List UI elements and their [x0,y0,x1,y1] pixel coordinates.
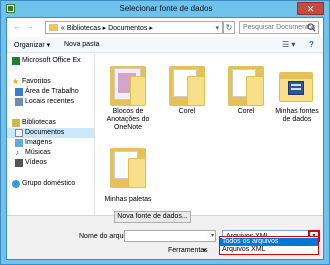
help-icon[interactable]: ? [309,40,314,49]
file-item-palettes[interactable]: Minhas paletas [100,144,156,206]
filetype-option[interactable]: Arquivos XML [220,246,318,254]
file-item-label: Minhas fontes de dados [275,108,319,123]
videos-icon [15,159,23,167]
dialog-window: Selecionar fonte de dados ✕ ← → « Biblio… [0,0,330,265]
sidebar-item-label: Grupo doméstico [22,180,76,187]
file-item-corel[interactable]: Corel [159,62,215,132]
window-title: Selecionar fonte de dados [119,4,213,13]
refresh-button[interactable]: ↻ [223,21,235,34]
folder-icon [228,66,264,106]
data-sources-folder-icon [279,72,313,102]
chevron-down-icon[interactable]: ▾ [215,24,219,32]
chevron-down-icon[interactable]: ▾ [203,247,206,254]
filetype-dropdown-list: Todos os arquivos Arquivos XML [219,236,319,255]
toolbar: Organizar ▾ Nova pasta ☰ ▾ ? [7,37,323,53]
sidebar-item-label: Favoritos [22,78,51,85]
new-folder-button[interactable]: Nova pasta [64,41,99,48]
file-item-label: Minhas paletas [104,196,152,203]
chevron-down-icon[interactable]: ▾ [211,232,214,239]
filetype-option[interactable]: Todos os arquivos [220,238,318,246]
star-icon: ★ [12,77,20,86]
filename-field[interactable]: ▾ [124,230,216,242]
sidebar-item-label: Músicas [25,149,51,156]
sidebar-item-label: Documentos [25,129,65,136]
homegroup-icon [12,180,20,188]
recent-places-icon [15,98,23,106]
folder-icon [49,24,58,31]
sidebar-item-label: Vídeos [25,159,47,166]
address-row: ← → « Bibliotecas ▸ Documentos ▸ ▾ ↻ Pes… [7,18,323,37]
sidebar-item-documents[interactable]: Documentos [7,128,94,138]
new-data-source-button[interactable]: Nova fonte de dados... [114,211,191,223]
search-icon[interactable] [307,23,316,32]
sidebar-item-microsoft-office[interactable]: Microsoft Office Ex [7,56,94,66]
file-item-label: Corel [237,108,255,115]
sidebar-item-pictures[interactable]: Imagens [7,138,94,148]
onenote-folder-icon [110,66,146,106]
sidebar-item-label: Microsoft Office Ex [22,57,81,64]
sidebar-item-music[interactable]: ♪ Músicas [7,148,94,158]
forward-button[interactable]: → [25,22,35,32]
folder-icon [110,148,146,188]
close-button[interactable]: ✕ [297,2,324,15]
file-item-label: Corel [178,108,196,115]
sidebar-item-desktop[interactable]: Área de Trabalho [7,87,94,97]
desktop-icon [15,88,23,96]
navigation-pane: Microsoft Office Ex ★ Favoritos Área de … [7,54,95,214]
pictures-icon [15,139,23,147]
view-options-icon[interactable]: ☰ ▾ [282,40,295,49]
address-path: « Bibliotecas ▸ Documentos ▸ [61,25,153,32]
search-placeholder: Pesquisar Documentos [243,24,316,31]
back-button[interactable]: ← [12,22,22,32]
sidebar-item-libraries[interactable]: Bibliotecas [7,118,94,128]
music-icon: ♪ [15,148,19,157]
folder-icon [169,66,205,106]
libraries-icon [12,119,20,127]
sidebar-item-homegroup[interactable]: Grupo doméstico [7,179,94,189]
sidebar-item-label: Imagens [25,139,52,146]
sidebar-item-label: Bibliotecas [22,119,56,126]
file-item-label: Blocos de Anotações do OneNote [106,108,150,131]
file-list: Blocos de Anotações do OneNote Corel Cor [96,54,323,214]
tools-button[interactable]: Ferramentas [168,247,208,254]
sidebar-item-label: Área de Trabalho [25,88,79,95]
sidebar-item-favorites[interactable]: ★ Favoritos [7,77,94,87]
sidebar-item-recent[interactable]: Locais recentes [7,97,94,107]
excel-icon [12,57,20,65]
dialog-client: ← → « Bibliotecas ▸ Documentos ▸ ▾ ↻ Pes… [6,17,324,260]
file-item-corel[interactable]: Corel [218,62,274,132]
organize-button[interactable]: Organizar ▾ [14,41,50,49]
documents-icon [15,129,23,137]
sidebar-item-label: Locais recentes [25,98,75,105]
address-bar[interactable]: « Bibliotecas ▸ Documentos ▸ ▾ [45,21,223,34]
file-item-data-sources[interactable]: Minhas fontes de dados [272,62,322,132]
title-bar: Selecionar fonte de dados ✕ [1,1,329,17]
sidebar-item-videos[interactable]: Vídeos [7,158,94,168]
search-input[interactable]: Pesquisar Documentos [239,21,319,34]
file-item-onenote[interactable]: Blocos de Anotações do OneNote [100,62,156,132]
